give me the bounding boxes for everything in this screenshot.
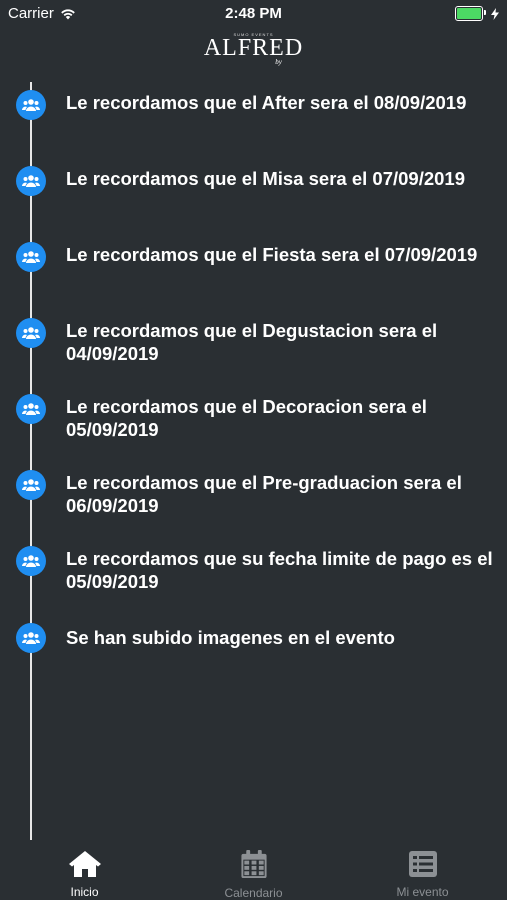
notification-text: Le recordamos que el After sera el 08/09… [66,92,467,113]
notification-text: Le recordamos que el Degustacion sera el… [66,320,438,364]
tab-calendario[interactable]: Calendario [169,840,338,900]
battery-status [455,6,499,21]
notification-text: Le recordamos que el Decoracion sera el … [66,396,427,440]
notification-text: Le recordamos que el Pre-graduacion sera… [66,472,462,516]
group-icon [16,318,46,348]
logo-name: ALFRED [203,35,304,61]
group-icon [16,623,46,653]
group-icon [16,546,46,576]
clock: 2:48 PM [225,5,282,22]
group-icon [16,242,46,272]
charging-bolt-icon [491,7,499,20]
notification-text: Le recordamos que el Misa sera el 07/09/… [66,168,466,189]
group-icon [16,90,46,120]
tab-bar: Inicio Calendario Mi evento [0,840,507,900]
notification-text: Se han subido imagenes en el evento [66,627,395,648]
group-icon [16,166,46,196]
tab-label: Mi evento [396,885,449,899]
home-icon [68,851,101,877]
tab-inicio[interactable]: Inicio [0,840,169,900]
tab-label: Calendario [224,886,283,900]
logo-sub: by [275,58,282,66]
notification-text: Le recordamos que el Fiesta sera el 07/0… [66,244,478,265]
battery-icon [455,6,486,21]
group-icon [16,470,46,500]
calendar-icon [240,850,267,879]
group-icon [16,394,46,424]
notification-text: Le recordamos que su fecha limite de pag… [66,548,493,592]
tab-label: Inicio [70,885,99,899]
status-bar: Carrier 2:48 PM [0,0,507,28]
tab-mi-evento[interactable]: Mi evento [338,840,507,900]
list-icon [408,851,437,877]
app-logo: SUMO EVENTS ALFRED by [0,32,507,66]
